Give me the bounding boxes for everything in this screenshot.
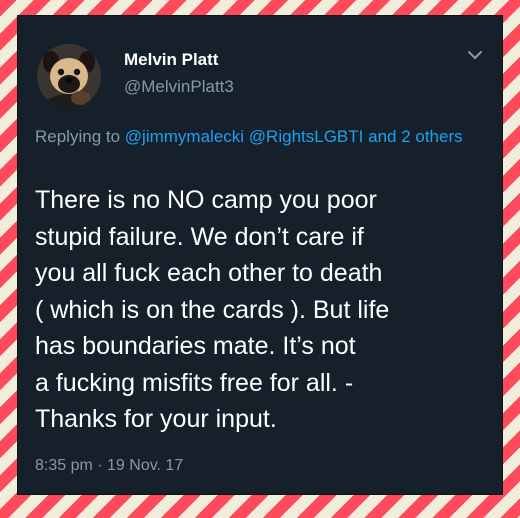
- tweet-card[interactable]: Melvin Platt @MelvinPlatt3 Replying to @…: [17, 15, 503, 495]
- author-handle[interactable]: @MelvinPlatt3: [124, 77, 234, 97]
- tweet-timestamp[interactable]: 8:35 pm · 19 Nov. 17: [35, 456, 183, 476]
- striped-frame: Melvin Platt @MelvinPlatt3 Replying to @…: [0, 0, 520, 518]
- avatar[interactable]: [37, 44, 101, 108]
- reply-context: Replying to @jimmymalecki @RightsLGBTI a…: [35, 122, 475, 151]
- mention-link[interactable]: @RightsLGBTI: [249, 127, 364, 146]
- tweet-text: There is no NO camp you poor stupid fail…: [35, 186, 390, 433]
- dog-avatar-icon: [37, 44, 101, 108]
- chevron-down-icon[interactable]: [466, 46, 484, 64]
- author-name[interactable]: Melvin Platt: [124, 50, 218, 70]
- mention-link[interactable]: @jimmymalecki: [125, 127, 244, 146]
- reply-prefix: Replying to: [35, 127, 121, 146]
- reply-others-link[interactable]: and 2 others: [368, 127, 463, 146]
